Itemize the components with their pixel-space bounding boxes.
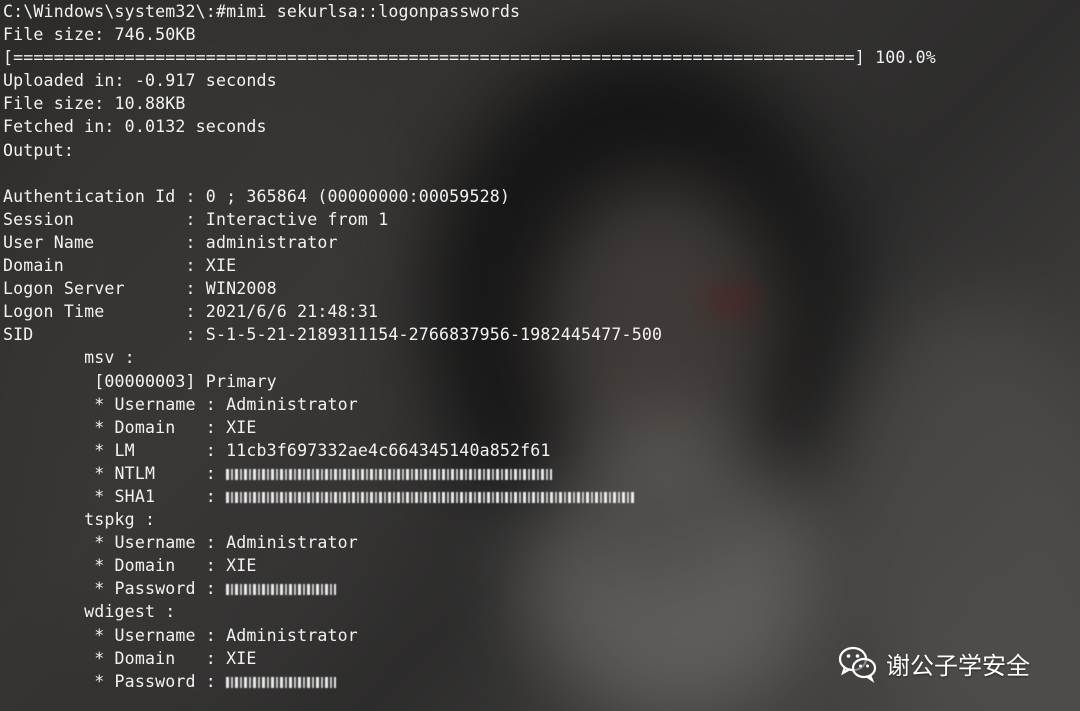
redacted-password (226, 676, 337, 688)
output-line: * LM : 11cb3f697332ae4c664345140a852f61 (3, 440, 551, 460)
output-line: Session : Interactive from 1 (3, 209, 389, 229)
output-line: [00000003] Primary (3, 371, 277, 391)
output-line: File size: 10.88KB (3, 94, 186, 114)
output-line: Logon Time : 2021/6/6 21:48:31 (3, 302, 379, 322)
output-line: Authentication Id : 0 ; 365864 (00000000… (3, 186, 511, 206)
password-label: * Password : (3, 579, 227, 599)
sha1-line: * SHA1 : (3, 485, 936, 508)
output-line: File size: 746.50KB (3, 25, 196, 45)
output-line: Logon Server : WIN2008 (3, 279, 277, 299)
output-line: * Username : Administrator (3, 533, 358, 553)
output-line: wdigest : (3, 602, 176, 622)
output-line: tspkg : (3, 510, 156, 530)
terminal-window[interactable]: C:\Windows\system32\:#mimi sekurlsa::log… (0, 0, 1080, 711)
terminal-output: C:\Windows\system32\:#mimi sekurlsa::log… (3, 0, 936, 693)
watermark-text: 谢公子学安全 (886, 651, 1030, 680)
output-line: Fetched in: 0.0132 seconds (3, 117, 267, 137)
output-line: * Username : Administrator (3, 394, 358, 414)
sha1-label: * SHA1 : (3, 486, 227, 506)
output-line: Domain : XIE (3, 256, 237, 276)
wechat-icon (838, 646, 877, 683)
output-line: Uploaded in: -0.917 seconds (3, 71, 277, 91)
tspkg-password-line: * Password : (3, 577, 936, 600)
output-line: msv : (3, 348, 135, 368)
output-line: * Domain : XIE (3, 556, 257, 576)
output-line: * Domain : XIE (3, 417, 257, 437)
output-line: * Username : Administrator (3, 625, 358, 645)
redacted-ntlm-hash (226, 468, 553, 480)
redacted-sha1-hash (226, 491, 637, 503)
output-line: Output: (3, 140, 74, 160)
ntlm-line: * NTLM : (3, 462, 936, 485)
password-label: * Password : (3, 671, 227, 691)
watermark: 谢公子学安全 (836, 641, 1030, 685)
wdigest-password-line: * Password : (3, 670, 936, 693)
redacted-password (226, 584, 337, 596)
output-line: SID : S-1-5-21-2189311154-2766837956-198… (3, 325, 663, 345)
output-line: User Name : administrator (3, 232, 338, 252)
output-line: * Domain : XIE (3, 648, 257, 668)
command-line: C:\Windows\system32\:#mimi sekurlsa::log… (3, 2, 521, 21)
progress-bar-line: [=======================================… (3, 48, 936, 68)
ntlm-label: * NTLM : (3, 463, 227, 483)
